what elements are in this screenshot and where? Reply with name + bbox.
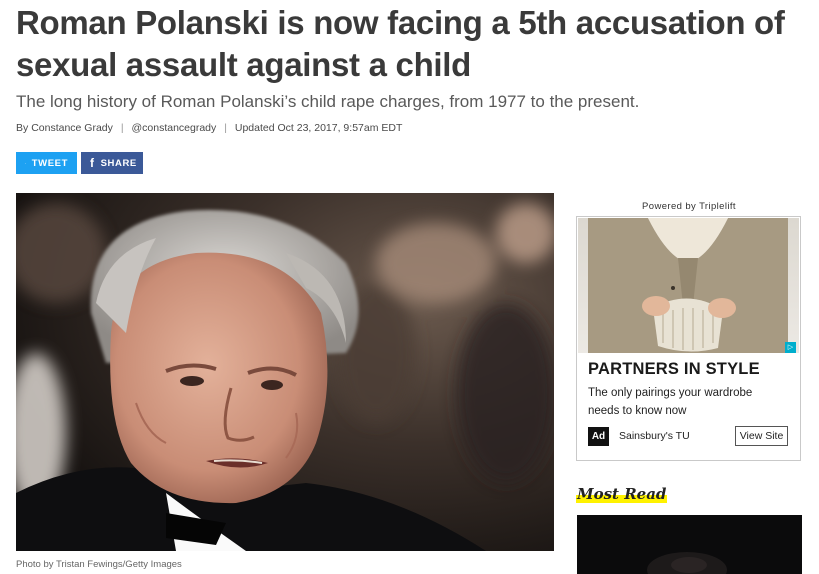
author-twitter-link[interactable]: @constancegrady — [131, 122, 216, 134]
lead-photo[interactable] — [16, 193, 554, 551]
ad-badge: Ad — [588, 427, 609, 446]
byline-prefix: By — [16, 122, 29, 134]
tweet-label: TWEET — [31, 157, 68, 169]
byline: By Constance Grady | @constancegrady | U… — [16, 122, 402, 134]
article-headline: Roman Polanski is now facing a 5th accus… — [16, 4, 785, 83]
byline-separator: | — [224, 122, 227, 134]
lead-photo-image — [16, 193, 554, 551]
view-site-button[interactable]: View Site — [735, 426, 788, 446]
ad-powered-by: Powered by Triplelift — [642, 201, 736, 212]
tweet-button[interactable]: TWEET — [16, 152, 77, 174]
sponsored-ad[interactable]: ▷ PARTNERS IN STYLE The only pairings yo… — [576, 216, 801, 461]
facebook-share-button[interactable]: f SHARE — [81, 152, 143, 174]
adchoices-icon[interactable]: ▷ — [785, 342, 796, 353]
most-read-heading[interactable]: Most Read — [576, 485, 668, 503]
ad-sponsor: Sainsbury's TU — [619, 430, 690, 442]
ad-body: The only pairings your wardrobe needs to… — [588, 387, 753, 417]
most-read-thumbnail[interactable] — [577, 515, 802, 574]
article-dek: The long history of Roman Polanski’s chi… — [16, 92, 640, 111]
ad-image[interactable]: ▷ — [578, 218, 799, 353]
ad-title[interactable]: PARTNERS IN STYLE — [588, 360, 760, 379]
updated-timestamp: Updated Oct 23, 2017, 9:57am EDT — [234, 122, 403, 134]
share-label: SHARE — [100, 157, 137, 169]
author-link[interactable]: Constance Grady — [31, 122, 113, 134]
facebook-f-icon: f — [90, 156, 95, 170]
photo-caption: Photo by Tristan Fewings/Getty Images — [16, 559, 182, 570]
byline-separator: | — [120, 122, 124, 134]
most-read-image — [577, 515, 802, 574]
twitter-bird-icon — [25, 162, 26, 164]
ad-photo — [578, 218, 799, 353]
